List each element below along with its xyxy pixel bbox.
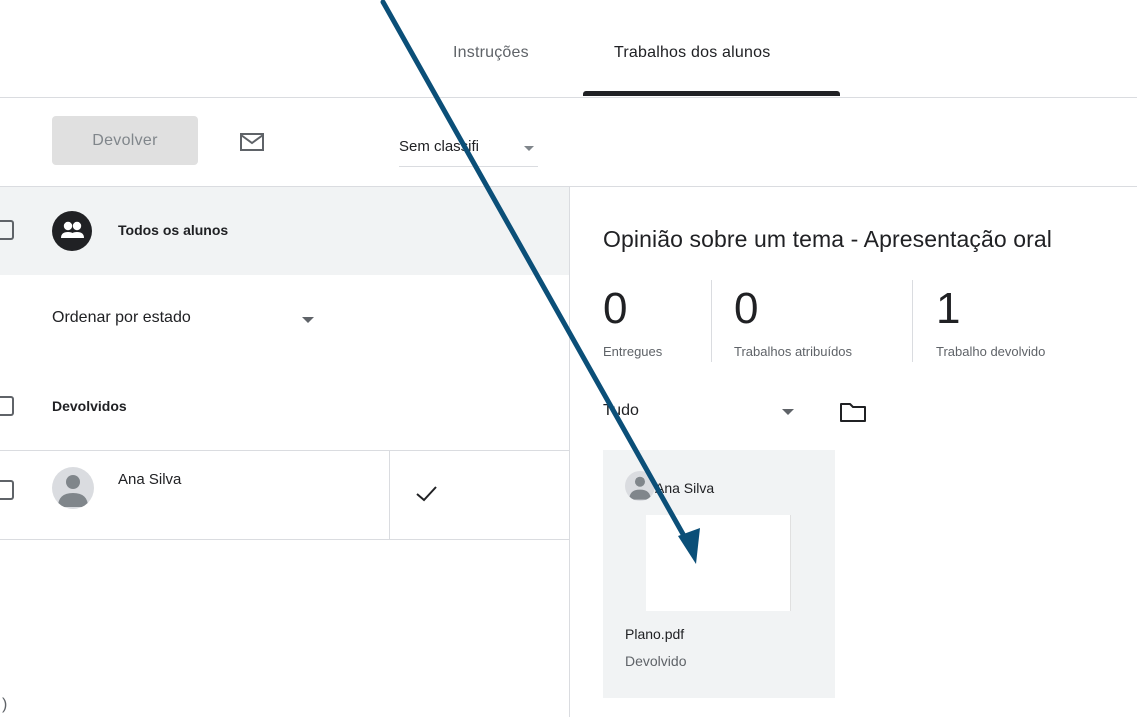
student-name[interactable]: Ana Silva (118, 471, 181, 488)
card-student-name: Ana Silva (655, 480, 715, 496)
chevron-down-icon (524, 146, 534, 151)
stat-divider (912, 280, 913, 362)
column-divider (389, 451, 390, 539)
section-divider (0, 450, 569, 451)
grade-filter-select[interactable]: Sem classifi (399, 134, 538, 167)
stat-turned-in-label: Entregues (603, 344, 663, 359)
stat-assigned-value: 0 (734, 284, 759, 333)
avatar (52, 467, 94, 509)
tab-instructions[interactable]: Instruções (453, 44, 529, 62)
folder-icon[interactable] (839, 401, 867, 423)
all-students-label: Todos os alunos (118, 222, 229, 238)
file-name[interactable]: Plano.pdf (625, 626, 684, 642)
return-button[interactable]: Devolver (52, 116, 198, 165)
grade-filter-value: Sem classifi (399, 138, 480, 155)
group-icon (52, 211, 92, 251)
returned-section-label: Devolvidos (52, 398, 127, 414)
panel-divider (569, 187, 570, 717)
filter-chevron-down-icon[interactable] (782, 409, 794, 415)
assignment-title: Opinião sobre um tema - Apresentação ora… (603, 226, 1053, 252)
active-tab-indicator (583, 91, 840, 96)
student-checkbox[interactable] (0, 480, 14, 500)
stat-divider (711, 280, 712, 362)
sort-chevron-down-icon[interactable] (302, 317, 314, 323)
stat-turned-in-value: 0 (603, 284, 628, 333)
card-avatar (625, 471, 655, 501)
stat-returned-value: 1 (936, 284, 961, 333)
mail-icon[interactable] (240, 133, 264, 151)
check-icon (416, 486, 437, 502)
sort-dropdown[interactable]: Ordenar por estado (52, 309, 191, 327)
work-filter-dropdown[interactable]: Tudo (603, 402, 639, 420)
partial-icon: ) (2, 696, 8, 713)
returned-section-checkbox[interactable] (0, 396, 14, 416)
file-thumbnail[interactable] (646, 515, 791, 611)
stat-returned-label: Trabalho devolvido (936, 344, 1046, 359)
row-divider (0, 539, 569, 540)
stat-assigned-label: Trabalhos atribuídos (734, 344, 853, 359)
header-divider (0, 97, 1137, 98)
submission-status: Devolvido (625, 653, 687, 669)
tab-student-work[interactable]: Trabalhos dos alunos (614, 44, 770, 62)
submission-card[interactable]: Ana Silva Plano.pdf Devolvido (603, 450, 835, 698)
all-students-checkbox[interactable] (0, 220, 14, 240)
